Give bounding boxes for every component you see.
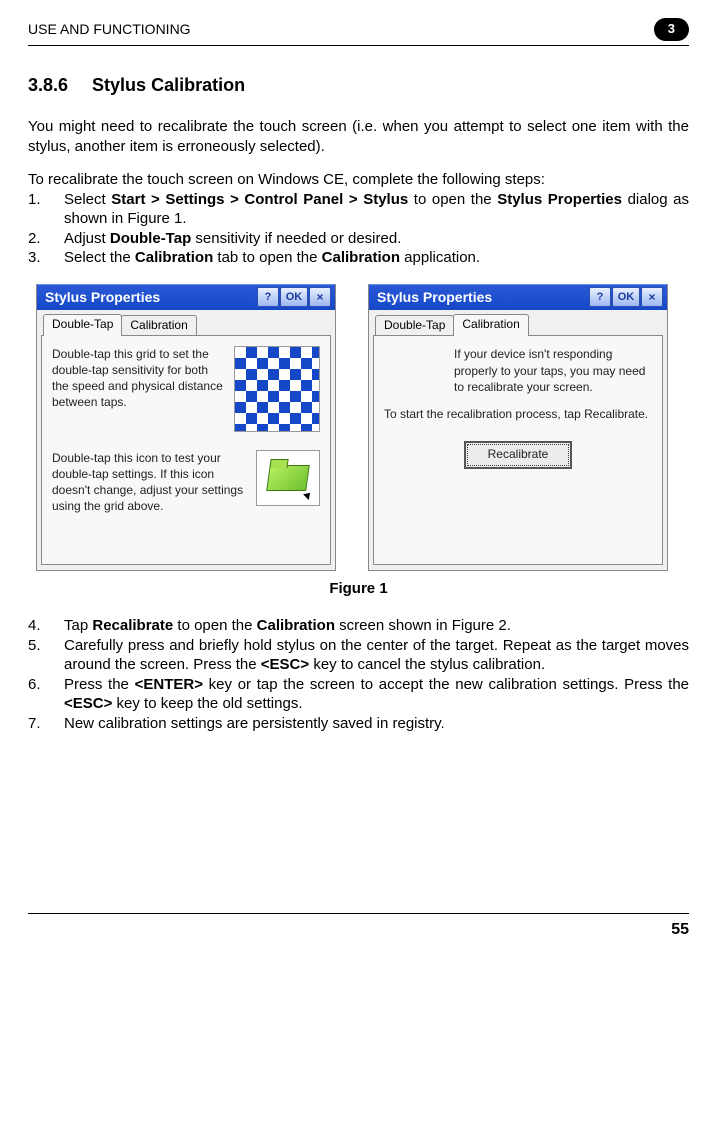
steps-list-bottom: Tap Recalibrate to open the Calibration … [28, 616, 689, 733]
figure-caption: Figure 1 [28, 579, 689, 599]
section-heading: 3.8.6 Stylus Calibration [28, 74, 689, 97]
stylus-properties-dialog-calibration: Stylus Properties ? OK × Double-Tap Cali… [368, 284, 668, 571]
double-tap-grid-icon[interactable] [234, 346, 320, 432]
section-number: 3.8.6 [28, 75, 68, 95]
step-3: Select the Calibration tab to open the C… [28, 248, 689, 268]
step-1: Select Start > Settings > Control Panel … [28, 190, 689, 229]
dialog-title: Stylus Properties [377, 288, 589, 306]
header-title: USE AND FUNCTIONING [28, 20, 191, 38]
tab-double-tap[interactable]: Double-Tap [375, 315, 454, 336]
recalibrate-button[interactable]: Recalibrate [464, 441, 573, 469]
stylus-properties-dialog-doubletap: Stylus Properties ? OK × Double-Tap Cali… [36, 284, 336, 571]
step-7: New calibration settings are persistentl… [28, 714, 689, 734]
cursor-icon [303, 490, 313, 500]
calibration-info-text: If your device isn't responding properly… [454, 346, 652, 396]
close-icon: × [316, 291, 323, 303]
close-button[interactable]: × [309, 287, 331, 307]
calibration-instruction-text: To start the recalibration process, tap … [384, 406, 652, 423]
ok-button[interactable]: OK [280, 287, 308, 307]
close-button[interactable]: × [641, 287, 663, 307]
ok-button[interactable]: OK [612, 287, 640, 307]
tab-double-tap[interactable]: Double-Tap [43, 314, 122, 336]
double-tap-grid-text: Double-tap this grid to set the double-t… [52, 346, 226, 411]
tab-calibration[interactable]: Calibration [453, 314, 528, 336]
header-rule [28, 45, 689, 46]
step-2: Adjust Double-Tap sensitivity if needed … [28, 229, 689, 249]
titlebar: Stylus Properties ? OK × [37, 284, 335, 310]
help-button[interactable]: ? [257, 287, 279, 307]
titlebar: Stylus Properties ? OK × [369, 284, 667, 310]
section-title: Stylus Calibration [92, 75, 245, 95]
page-header: USE AND FUNCTIONING 3 [28, 18, 689, 41]
tab-calibration[interactable]: Calibration [121, 315, 196, 336]
figure-1-screenshots: Stylus Properties ? OK × Double-Tap Cali… [36, 284, 689, 571]
step-4: Tap Recalibrate to open the Calibration … [28, 616, 689, 636]
double-tap-test-icon[interactable] [256, 450, 320, 506]
steps-list-top: Select Start > Settings > Control Panel … [28, 190, 689, 268]
step-5: Carefully press and briefly hold stylus … [28, 636, 689, 675]
close-icon: × [648, 291, 655, 303]
intro-paragraph-1: You might need to recalibrate the touch … [28, 117, 689, 156]
double-tap-test-text: Double-tap this icon to test your double… [52, 450, 248, 515]
page-number: 55 [28, 920, 689, 941]
chapter-badge: 3 [654, 18, 689, 41]
footer-rule [28, 913, 689, 914]
help-button[interactable]: ? [589, 287, 611, 307]
dialog-title: Stylus Properties [45, 288, 257, 306]
intro-paragraph-2: To recalibrate the touch screen on Windo… [28, 170, 689, 190]
folder-icon [266, 465, 310, 491]
step-6: Press the <ENTER> key or tap the screen … [28, 675, 689, 714]
